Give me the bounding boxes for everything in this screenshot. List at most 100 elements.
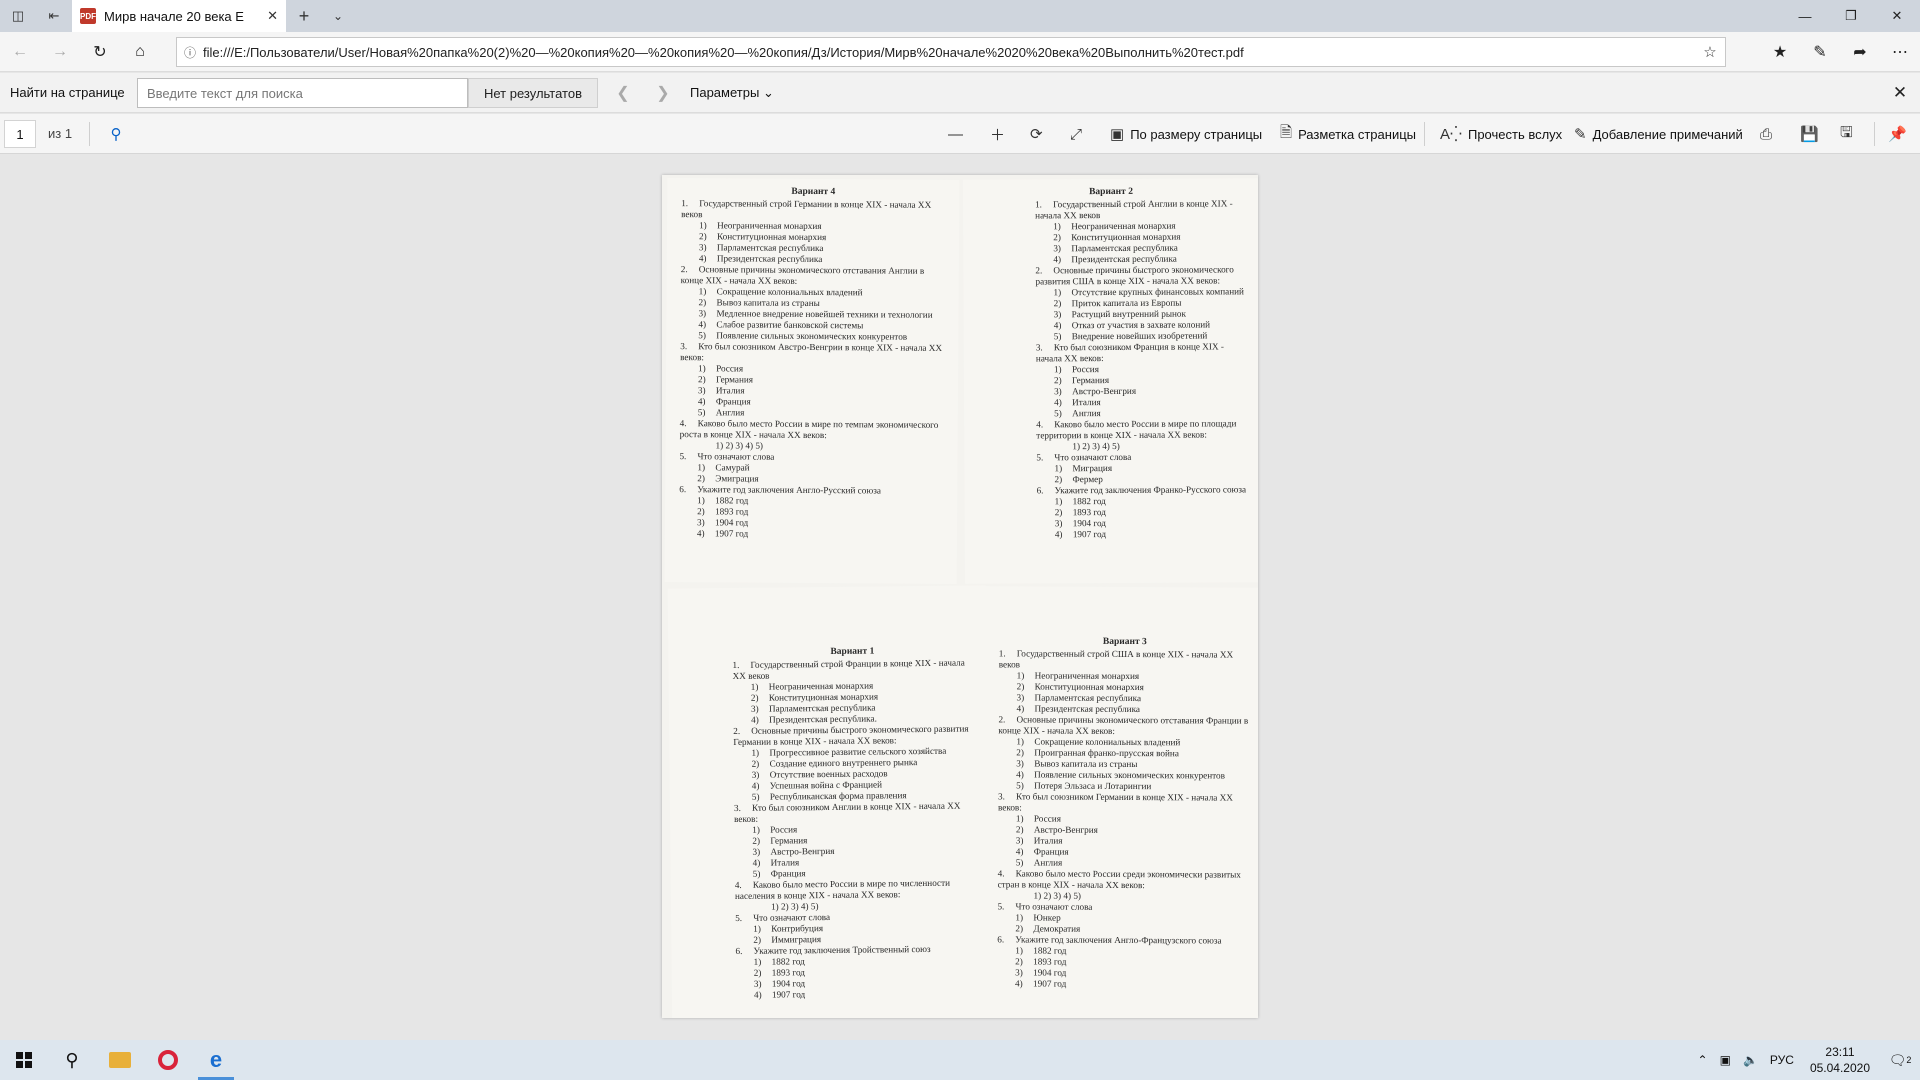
file-explorer-icon[interactable] <box>96 1040 144 1080</box>
item-text: Что означают слова <box>753 911 831 923</box>
add-notes-label: Добавление примечаний <box>1592 126 1743 142</box>
item-number: 2) <box>1054 474 1063 485</box>
network-icon[interactable]: ▣ <box>1714 1053 1737 1067</box>
item-text: Каково было место России в мире по площа… <box>1036 418 1237 441</box>
item-text: Кто был союзником Англии в конце XIX - н… <box>734 800 961 824</box>
item-number: 2) <box>752 835 761 846</box>
refresh-button[interactable]: ↻ <box>80 32 120 72</box>
question: 1. Государственный строй Германии в конце… <box>677 198 949 222</box>
search-icon[interactable]: ⚲ <box>48 1040 96 1080</box>
print-button[interactable]: ⎙ <box>1760 120 1772 148</box>
page-layout-button[interactable]: 🗎 Разметка страницы <box>1280 120 1416 148</box>
search-icon[interactable]: ⚲ <box>102 120 130 148</box>
forward-button[interactable]: → <box>40 32 80 72</box>
url-field[interactable]: ⓘ file:///E:/Пользователи/User/Новая%20п… <box>176 37 1726 67</box>
find-previous-icon[interactable]: ❮ <box>608 79 638 107</box>
close-window-button[interactable]: ✕ <box>1874 0 1920 32</box>
item-number: 2. <box>680 264 688 275</box>
item-text: Конституционная монархия <box>1034 681 1144 693</box>
start-button[interactable] <box>0 1040 48 1080</box>
item-text: 1907 год <box>1072 529 1107 540</box>
zoom-out-button[interactable]: — <box>948 120 963 148</box>
find-options-button[interactable]: Параметры ⌄ <box>690 85 774 101</box>
item-number: 4. <box>997 868 1005 879</box>
restore-button[interactable]: ❐ <box>1828 0 1874 32</box>
item-number: 2) <box>750 692 759 703</box>
item-number: 1) <box>1015 813 1024 824</box>
back-button[interactable]: ← <box>0 32 40 72</box>
language-indicator[interactable]: РУС <box>1764 1053 1800 1067</box>
variant-2-sheet: Вариант 2 1. Государственный строй Англии… <box>962 178 1258 584</box>
fit-page-button[interactable]: ▣ По размеру страницы <box>1110 120 1262 148</box>
favorites-icon[interactable]: ★ <box>1760 32 1800 72</box>
pin-toolbar-button[interactable]: 📌 <box>1888 120 1907 148</box>
taskbar: ⚲ e ⌃ ▣ 🔈 РУС 23:11 05.04.2020 🗨 2 <box>0 1040 1920 1080</box>
chevron-up-icon[interactable]: ⌃ <box>1692 1053 1714 1067</box>
item-number: 3. <box>733 802 741 813</box>
item-number: 4) <box>752 857 761 868</box>
tab-active[interactable]: PDF Мирв начале 20 века Е ✕ <box>72 0 286 32</box>
item-number: 3) <box>753 978 762 989</box>
item-text: 1) 2) 3) 4) 5) <box>715 440 764 451</box>
home-button[interactable]: ⌂ <box>120 32 160 72</box>
item-number: 2) <box>753 967 762 978</box>
item-text: Италия <box>1072 397 1101 408</box>
tab-close-icon[interactable]: ✕ <box>267 8 278 24</box>
item-text: Конституционная монархия <box>716 231 827 243</box>
item-number: 5) <box>1016 780 1024 791</box>
item-text: Иммиграция <box>771 934 822 945</box>
item-text: Австро-Венгрия <box>770 845 835 857</box>
find-next-icon[interactable]: ❯ <box>648 79 678 107</box>
item-text: 1882 год <box>1072 496 1106 507</box>
tabs-dropdown-button[interactable]: ⌄ <box>322 0 354 32</box>
tab-title: Мирв начале 20 века Е <box>104 8 244 24</box>
item-number: 3) <box>1016 758 1024 769</box>
item-number: 2) <box>697 506 705 517</box>
edge-icon[interactable]: e <box>192 1040 240 1080</box>
item-number: 1) <box>699 220 707 231</box>
item-text: Сокращение колониальных владений <box>1034 736 1181 748</box>
variant-lines: 1. Государственный строй США в конце XIX … <box>993 648 1255 990</box>
minimize-button[interactable]: — <box>1782 0 1828 32</box>
item-number: 1) <box>753 956 762 967</box>
favorite-star-icon[interactable]: ☆ <box>1695 43 1725 61</box>
page-number-field[interactable]: 1 <box>4 120 36 148</box>
notifications-icon[interactable]: 🗨 2 <box>1880 1052 1920 1069</box>
share-icon[interactable]: ➦ <box>1840 32 1880 72</box>
opera-icon[interactable] <box>144 1040 192 1080</box>
fullscreen-button[interactable]: ⤢ <box>1070 120 1082 148</box>
pdf-viewer[interactable]: Вариант 4 1. Государственный строй Герман… <box>0 155 1920 1038</box>
volume-icon[interactable]: 🔈 <box>1737 1053 1764 1067</box>
add-notes-button[interactable]: ✎ Добавление примечаний <box>1574 120 1743 148</box>
save-as-button[interactable]: 🖫 <box>1840 120 1853 148</box>
find-close-icon[interactable]: ✕ <box>1886 81 1914 105</box>
new-tab-button[interactable]: + <box>286 0 322 32</box>
item-text: Государственный строй США в конце XIX - … <box>998 648 1234 670</box>
item-number: 2) <box>1053 298 1062 309</box>
item-text: 1893 год <box>715 506 749 517</box>
plus-icon: ＋ <box>990 126 1006 144</box>
variant-lines: 1. Государственный строй Франции в конце … <box>728 657 980 1001</box>
minus-icon: — <box>948 125 963 143</box>
info-icon[interactable]: ⓘ <box>177 44 203 61</box>
question: 1. Государственный строй Англии в конце X… <box>1031 198 1249 221</box>
item-number: 6. <box>735 945 743 956</box>
item-number: 1) <box>1053 221 1061 232</box>
read-aloud-button[interactable]: A⁛ Прочесть вслух <box>1440 120 1562 148</box>
item-text: Проигранная франко-прусская война <box>1034 747 1179 759</box>
item-number: 4) <box>751 780 760 791</box>
item-text: Медленное внедрение новейшей техники и т… <box>716 308 933 320</box>
question: 2. Основные причины быстрого экономическо… <box>1031 264 1249 287</box>
rotate-button[interactable]: ⟳ <box>1030 120 1043 148</box>
more-icon[interactable]: ⋯ <box>1880 32 1920 72</box>
clock[interactable]: 23:11 05.04.2020 <box>1800 1044 1880 1076</box>
save-button[interactable]: 💾 <box>1800 120 1819 148</box>
pen-icon[interactable]: ✎ <box>1800 32 1840 72</box>
item-number: 3) <box>750 703 759 714</box>
item-text: Государственный строй Германии в конце X… <box>681 198 932 220</box>
zoom-in-button[interactable]: ＋ <box>990 120 1005 148</box>
tab-manager-icon[interactable]: ◫ <box>0 0 36 32</box>
tab-preview-icon[interactable]: ⇤ <box>36 0 72 32</box>
find-input[interactable] <box>137 78 468 108</box>
item-number: 2. <box>998 714 1006 725</box>
